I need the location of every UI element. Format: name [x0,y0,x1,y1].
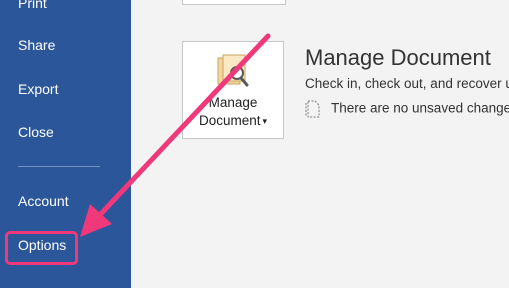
previous-section-card [182,0,286,5]
sidebar-divider [18,166,100,167]
manage-document-label-line1: Manage [208,95,258,110]
manage-document-description: Check in, check out, and recover u [305,76,509,91]
sidebar-item-account[interactable]: Account [18,192,69,210]
unsaved-changes-status: There are no unsaved change [305,100,509,118]
sidebar-item-options[interactable]: Options [18,236,66,254]
folder-magnifier-icon [217,54,249,87]
manage-document-button[interactable]: Manage Document ▾ [182,41,284,139]
sidebar-item-print[interactable]: Print [18,0,47,12]
backstage-sidebar: Print Share Export Close Account Options [0,0,131,288]
manage-document-label-text: Document [198,113,261,128]
document-icon [305,100,320,118]
sidebar-item-export[interactable]: Export [18,80,58,98]
caret-down-icon: ▾ [262,115,268,126]
sidebar-item-share[interactable]: Share [18,36,55,54]
manage-document-title: Manage Document [305,45,491,70]
unsaved-changes-text: There are no unsaved change [331,100,509,116]
sidebar-item-close[interactable]: Close [18,123,54,141]
manage-document-label-line2: Document ▾ [183,112,283,130]
